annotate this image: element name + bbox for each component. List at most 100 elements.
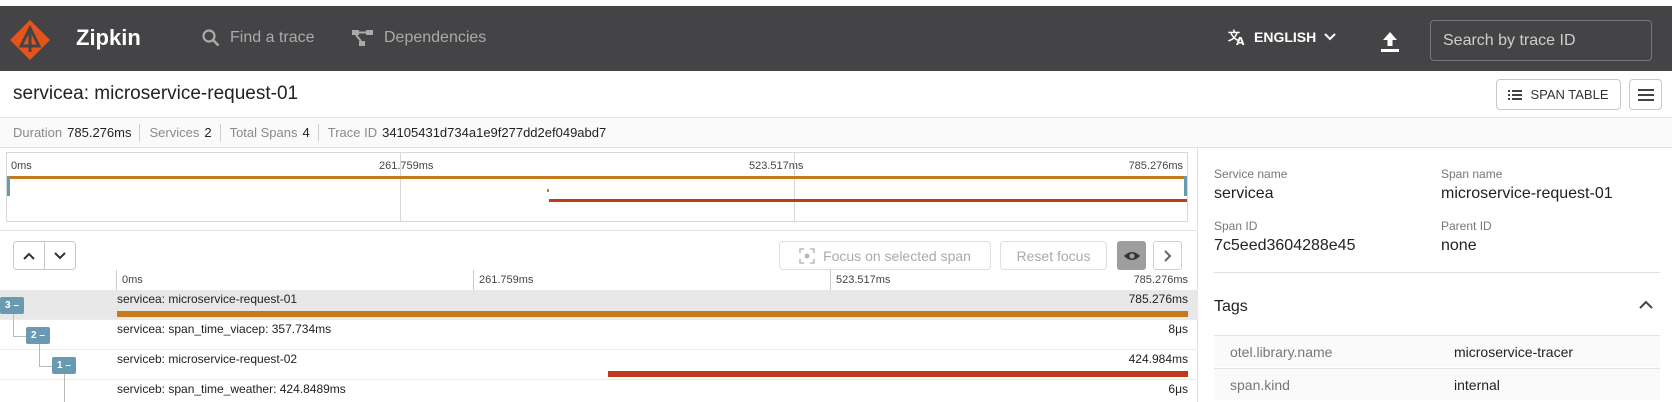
span-row-label: servicea: span_time_viacep: 357.734ms	[117, 322, 332, 336]
next-span-button[interactable]	[45, 242, 75, 269]
span-bar	[608, 371, 1188, 377]
eye-icon	[1123, 251, 1140, 260]
timeline-tick: 0ms	[122, 274, 143, 286]
zipkin-logo-icon[interactable]	[8, 18, 52, 62]
timeline-tickline	[473, 270, 474, 290]
summary-trace-id: Trace ID 34105431d734a1e9f277dd2ef049abd…	[328, 124, 614, 142]
focus-on-selected-span-button[interactable]: Focus on selected span	[779, 241, 991, 270]
timeline-tick: 785.276ms	[1133, 274, 1188, 286]
nav-dependencies[interactable]: Dependencies	[352, 26, 486, 50]
span-row[interactable]: serviceb: microservice-request-02 424.98…	[0, 350, 1198, 380]
minimap-right-handle[interactable]	[1184, 176, 1187, 196]
service-name-label: Service name	[1214, 167, 1288, 181]
summary-duration-value: 785.276ms	[67, 125, 132, 140]
language-selector[interactable]: 文 A ENGLISH	[1228, 28, 1344, 46]
tree-connector	[13, 336, 27, 337]
brand-name[interactable]: Zipkin	[76, 25, 141, 51]
summary-duration: Duration 785.276ms	[13, 123, 141, 142]
span-depth-toggle[interactable]: 2 –	[26, 327, 50, 344]
chevron-right-icon	[1163, 249, 1171, 262]
menu-button[interactable]	[1629, 79, 1662, 110]
trace-id-search-input[interactable]	[1430, 20, 1652, 61]
span-name-field: Span name microservice-request-01	[1441, 167, 1613, 203]
trace-title-bar: servicea: microservice-request-01 SPAN T…	[0, 71, 1672, 118]
span-row[interactable]: servicea: microservice-request-01 785.27…	[0, 290, 1198, 320]
nav-dependencies-label: Dependencies	[384, 29, 487, 46]
tree-connector	[39, 344, 40, 366]
tag-key: span.kind	[1230, 377, 1290, 393]
parent-id-field: Parent ID none	[1441, 219, 1492, 255]
search-icon	[202, 29, 220, 47]
span-depth-toggle[interactable]: 3 –	[0, 297, 24, 314]
tag-value: microservice-tracer	[1454, 344, 1574, 360]
tree-connector	[13, 314, 14, 336]
minimap-span-bar	[549, 199, 1187, 202]
summary-total-spans-label: Total Spans	[229, 125, 298, 140]
minimap-tick: 261.759ms	[379, 160, 434, 172]
span-id-label: Span ID	[1214, 219, 1258, 233]
hamburger-menu-icon	[1637, 88, 1654, 101]
span-row-duration: 785.276ms	[1128, 292, 1188, 306]
span-row[interactable]: servicea: span_time_viacep: 357.734ms 8μ…	[0, 320, 1198, 350]
trace-minimap[interactable]: 0ms 261.759ms 523.517ms 785.276ms	[6, 152, 1188, 222]
chevron-up-icon	[23, 252, 35, 260]
minimap-span-bar	[547, 189, 549, 192]
previous-span-button[interactable]	[14, 242, 45, 269]
nav-find-a-trace[interactable]: Find a trace	[202, 26, 314, 50]
service-name-value: servicea	[1214, 185, 1274, 202]
summary-total-spans: Total Spans 4	[229, 123, 319, 142]
expand-details-button[interactable]	[1153, 241, 1182, 270]
minimap-span-bar	[7, 176, 1187, 179]
span-row-label: serviceb: microservice-request-02	[117, 352, 298, 366]
divider	[1214, 272, 1660, 273]
span-row-duration: 8μs	[1168, 322, 1188, 336]
span-name-label: Span name	[1441, 167, 1503, 181]
minimap-tick: 785.276ms	[1128, 160, 1183, 172]
summary-total-spans-value: 4	[302, 125, 310, 140]
minimap-left-handle[interactable]	[7, 176, 10, 196]
timeline-tick: 261.759ms	[479, 274, 534, 286]
minimap-divider	[400, 153, 401, 221]
summary-services-label: Services	[149, 125, 200, 140]
tag-key: otel.library.name	[1230, 344, 1333, 360]
summary-trace-id-label: Trace ID	[327, 125, 378, 140]
span-table-button[interactable]: SPAN TABLE	[1496, 79, 1621, 110]
timeline-axis: 0ms 261.759ms 523.517ms 785.276ms	[116, 270, 1188, 290]
minimap-divider	[794, 153, 795, 221]
parent-id-value: none	[1441, 237, 1477, 254]
span-row-label: servicea: microservice-request-01	[117, 292, 298, 306]
span-row-duration: 6μs	[1168, 382, 1188, 396]
tags-section-title[interactable]: Tags	[1214, 298, 1248, 316]
span-navigation	[13, 241, 76, 270]
translate-icon: 文 A	[1228, 28, 1245, 46]
service-name-field: Service name servicea	[1214, 167, 1287, 203]
timeline-tickline	[116, 270, 117, 290]
reset-focus-button[interactable]: Reset focus	[1000, 241, 1107, 270]
summary-services: Services 2	[149, 123, 221, 142]
span-depth-toggle[interactable]: 1 –	[52, 357, 76, 374]
minimap-tick: 523.517ms	[749, 160, 804, 172]
toggle-visibility-button[interactable]	[1117, 241, 1146, 270]
center-focus-icon	[799, 247, 815, 264]
nav-find-label: Find a trace	[230, 29, 315, 46]
timeline-tick: 523.517ms	[836, 274, 891, 286]
minimap-tick: 0ms	[11, 160, 32, 172]
tag-row: otel.library.name microservice-tracer	[1214, 335, 1660, 367]
page-title: servicea: microservice-request-01	[13, 83, 299, 104]
timeline-panel: 0ms 261.759ms 523.517ms 785.276ms Focus …	[0, 148, 1198, 402]
trace-summary: Duration 785.276ms Services 2 Total Span…	[0, 118, 1672, 148]
span-id-value: 7c5eed3604288e45	[1214, 237, 1356, 254]
span-row-label: serviceb: span_time_weather: 424.8489ms	[117, 382, 346, 396]
chevron-up-icon[interactable]	[1639, 300, 1653, 309]
chevron-down-icon	[1324, 33, 1336, 41]
timeline-tickline	[830, 270, 831, 290]
tree-connector	[64, 372, 65, 402]
span-row[interactable]: serviceb: span_time_weather: 424.8489ms …	[0, 380, 1198, 402]
tag-value: internal	[1454, 377, 1500, 393]
upload-icon[interactable]	[1378, 30, 1402, 54]
dependencies-icon	[352, 30, 373, 46]
summary-duration-label: Duration	[13, 125, 63, 140]
language-label: ENGLISH	[1254, 29, 1317, 45]
tag-row: span.kind internal	[1214, 368, 1660, 400]
span-id-field: Span ID 7c5eed3604288e45	[1214, 219, 1355, 255]
